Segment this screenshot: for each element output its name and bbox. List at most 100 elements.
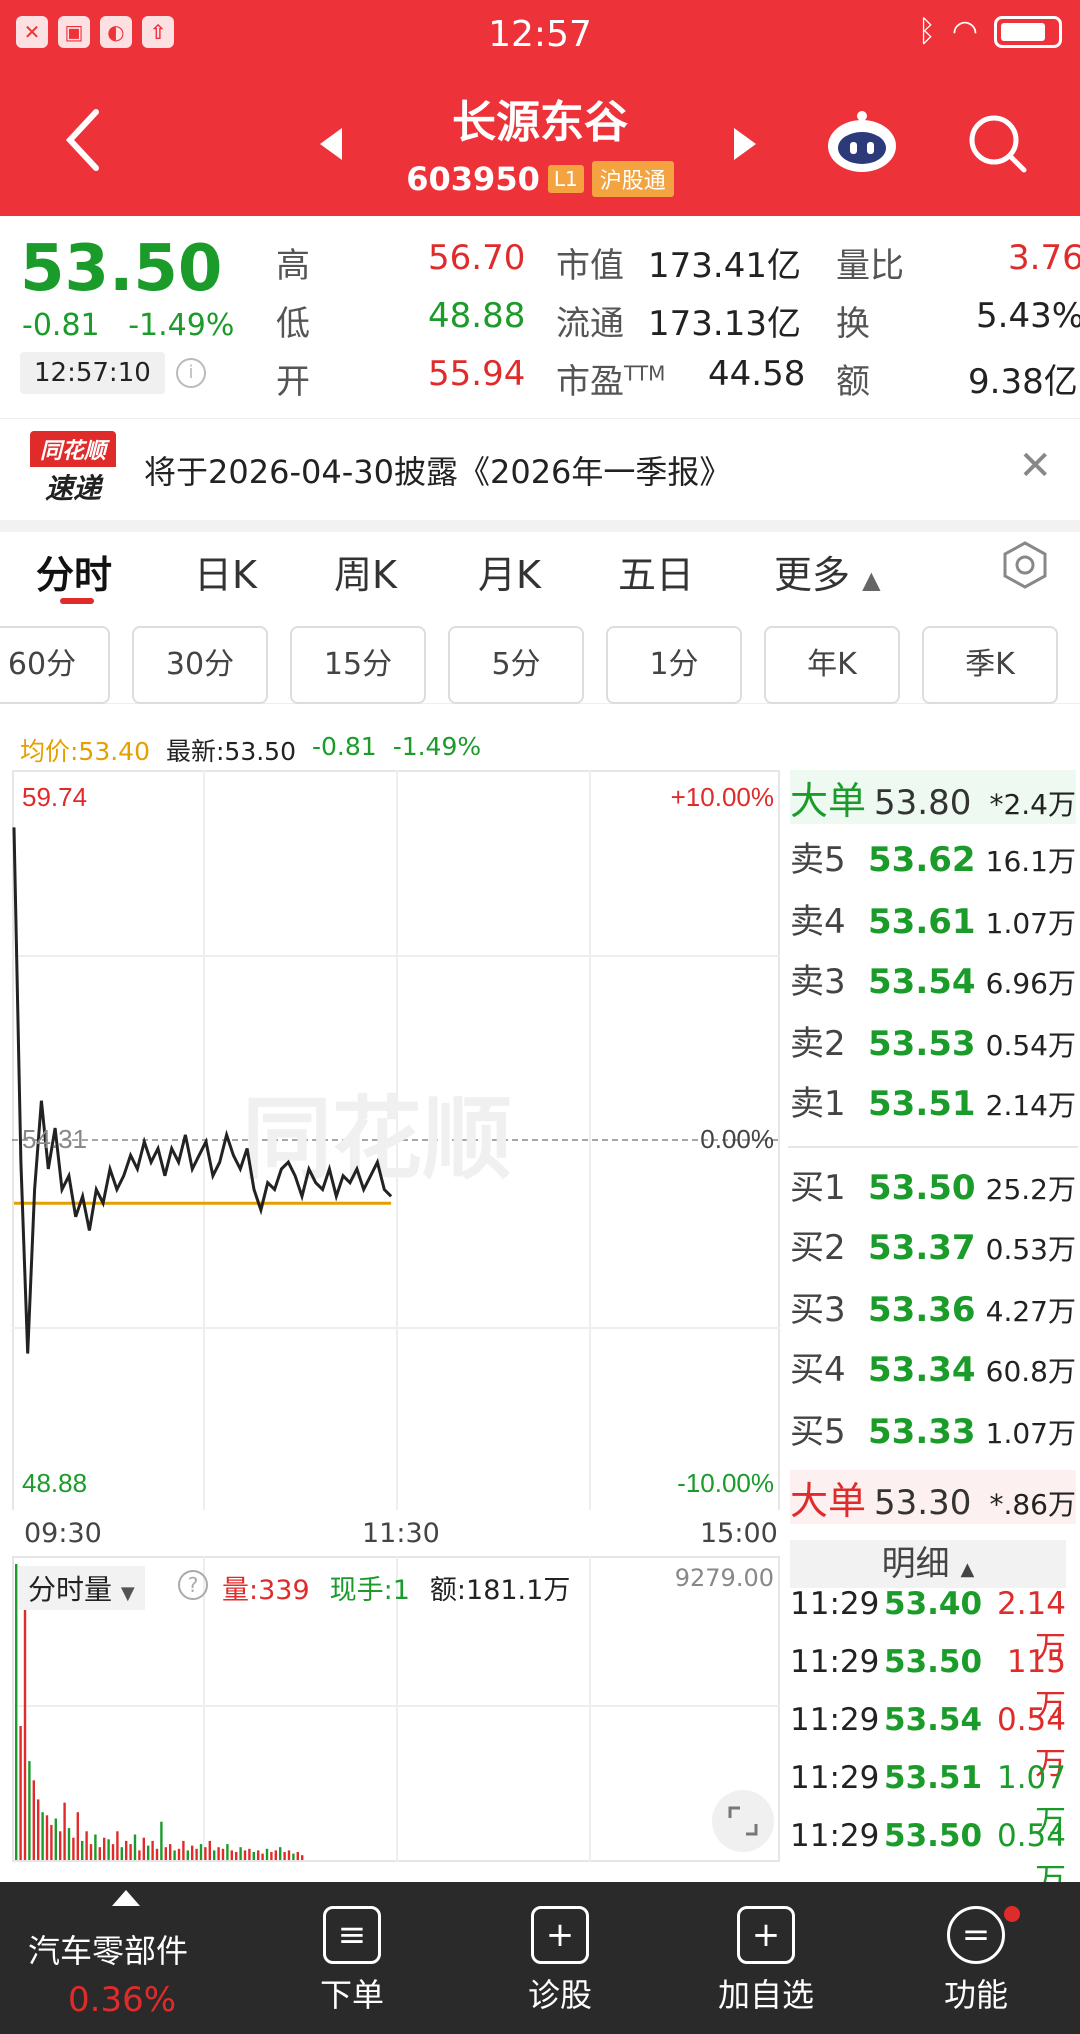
intraday-change: -0.81 [312, 732, 377, 761]
help-icon[interactable]: ? [178, 1570, 208, 1600]
k-tab-year[interactable]: 年K [764, 626, 900, 704]
k-tab-15[interactable]: 15分 [290, 626, 426, 704]
change-pct: -1.49% [128, 308, 235, 343]
k-tab-60[interactable]: 60分 [0, 626, 110, 704]
tab-five-day[interactable]: 五日 [618, 544, 694, 599]
volume-bar [37, 1799, 40, 1860]
robot-assistant-icon[interactable] [824, 108, 900, 174]
functions-button[interactable]: = 功能 [896, 1906, 1056, 2016]
search-icon [969, 115, 1027, 173]
divider [0, 520, 1080, 532]
big-buy-vol: *.86万 [989, 1488, 1076, 1521]
settings-hexagon-icon[interactable] [1000, 540, 1050, 590]
ask-vol: 1.07万 [985, 907, 1076, 940]
volume-bar [270, 1852, 273, 1860]
volume-bar [54, 1818, 57, 1860]
search-button[interactable] [964, 110, 1030, 176]
volume-bar [28, 1761, 31, 1860]
amount-value: 9.38亿 [968, 362, 1078, 402]
k-tab-30[interactable]: 30分 [132, 626, 268, 704]
sector-name[interactable]: 汽车零部件 [28, 1926, 188, 1972]
vol-ratio-label: 量比 [836, 246, 904, 286]
big-sell-order[interactable]: 大单 53.80 *2.4万 [790, 770, 1076, 824]
tab-weekly-k[interactable]: 周K [334, 544, 397, 599]
k-tab-1[interactable]: 1分 [606, 626, 742, 704]
volume-bar [243, 1850, 247, 1860]
tab-more[interactable]: 更多 ▲ [774, 544, 881, 599]
float-value: 173.13亿 [648, 304, 801, 344]
stock-subtitle: 603950 L1 沪股通 [0, 160, 1080, 198]
y-mid-pct: 0.00% [700, 1124, 774, 1154]
intraday-info-line: 均价:53.40 最新:53.50 -0.81 -1.49% [20, 732, 481, 768]
caret-down-icon: ▼ [120, 1583, 135, 1604]
bid-price: 53.36 [868, 1290, 976, 1330]
low-label: 低 [276, 304, 310, 344]
volume-bar [19, 1726, 22, 1860]
close-icon[interactable]: ✕ [1018, 443, 1052, 489]
bid-row: 买5 53.33 1.07万 [790, 1404, 1076, 1458]
x-label-start: 09:30 [24, 1518, 102, 1549]
volume-bar [274, 1850, 277, 1860]
ask-label: 卖4 [790, 902, 846, 942]
expand-icon[interactable] [712, 1790, 774, 1852]
volume-selector[interactable]: 分时量 ▼ [18, 1566, 145, 1610]
bid-vol: 0.53万 [985, 1233, 1076, 1266]
volume-bar [23, 1595, 27, 1860]
tab-more-label: 更多 [774, 553, 851, 597]
volume-panel[interactable]: 分时量 ▼ ? 量:339 现手:1 额:181.1万 9279.00 [12, 1556, 782, 1862]
k-tab-5[interactable]: 5分 [448, 626, 584, 704]
big-buy-order[interactable]: 大单 53.30 *.86万 [790, 1470, 1076, 1524]
diagnose-button[interactable]: + 诊股 [480, 1906, 640, 2016]
volume-max-label: 9279.00 [674, 1564, 774, 1592]
volume-bar [76, 1812, 79, 1860]
volume-bar [116, 1831, 119, 1860]
volume-label: 量:339 [222, 1575, 310, 1606]
ask-row: 卖5 53.62 16.1万 [790, 832, 1076, 886]
ask-price: 53.54 [868, 962, 976, 1002]
y-top-pct: +10.00% [671, 782, 774, 812]
big-sell-vol: *2.4万 [989, 788, 1076, 821]
volume-bar [63, 1802, 66, 1860]
quote-panel: 53.50 -0.81 -1.49% 12:57:10 i 高 56.70 低 … [0, 216, 1080, 412]
vol-amount-label: 额:181.1万 [429, 1575, 571, 1606]
add-watchlist-button[interactable]: + 加自选 [686, 1906, 846, 2016]
tab-monthly-k[interactable]: 月K [478, 544, 541, 599]
ask-label: 卖2 [790, 1024, 846, 1064]
float-label: 流通 [556, 304, 624, 344]
detail-toggle[interactable]: 明细 ▲ [790, 1540, 1066, 1588]
minute-k-tabs: 60分 30分 15分 5分 1分 年K 季K [0, 624, 1080, 704]
ask-label: 卖1 [790, 1084, 846, 1124]
top-header: ✕ ▣ ◐ ⇧ 12:57 ᛒ ◠ 长源东谷 603950 L1 沪股通 [0, 0, 1080, 216]
latest-price-label: 最新:53.50 [166, 737, 296, 766]
info-icon[interactable]: i [176, 358, 206, 388]
volume-bar [177, 1848, 181, 1860]
bluetooth-icon: ᛒ [917, 14, 936, 49]
bid-row: 买3 53.36 4.27万 [790, 1282, 1076, 1336]
disclosure-notice[interactable]: 同花顺 速递 将于2026-04-30披露《2026年一季报》 ✕ [0, 418, 1080, 520]
y-top-price: 59.74 [22, 782, 87, 812]
volume-bar [81, 1840, 84, 1860]
caret-up-icon[interactable] [112, 1890, 140, 1906]
high-label: 高 [276, 246, 310, 286]
ask-row: 卖1 53.51 2.14万 [790, 1076, 1076, 1130]
pe-label-text: 市盈 [556, 362, 624, 402]
mcap-value: 173.41亿 [648, 246, 801, 286]
bid-price: 53.50 [868, 1168, 976, 1208]
order-button[interactable]: ≡ 下单 [272, 1906, 432, 2016]
vol-ratio-value: 3.76 [1008, 238, 1080, 278]
connect-tag: 沪股通 [591, 161, 674, 197]
volume-bar [221, 1848, 225, 1860]
k-tab-quarter[interactable]: 季K [922, 626, 1058, 704]
intraday-chart[interactable]: 同花顺 59.74 48.88 54.31 +10.00% -10.00% 0.… [12, 770, 782, 1510]
triangle-up-icon: ▲ [862, 566, 881, 594]
volume-bar [217, 1847, 220, 1860]
active-tab-indicator [60, 598, 94, 604]
stock-code: 603950 [406, 160, 540, 198]
tab-intraday[interactable]: 分时 [36, 544, 112, 599]
volume-bar [248, 1848, 251, 1860]
volume-selector-label: 分时量 [28, 1573, 113, 1606]
tab-daily-k[interactable]: 日K [194, 544, 257, 599]
volume-bar [120, 1847, 123, 1860]
volume-bar [239, 1847, 242, 1860]
ask-vol: 16.1万 [985, 845, 1076, 878]
